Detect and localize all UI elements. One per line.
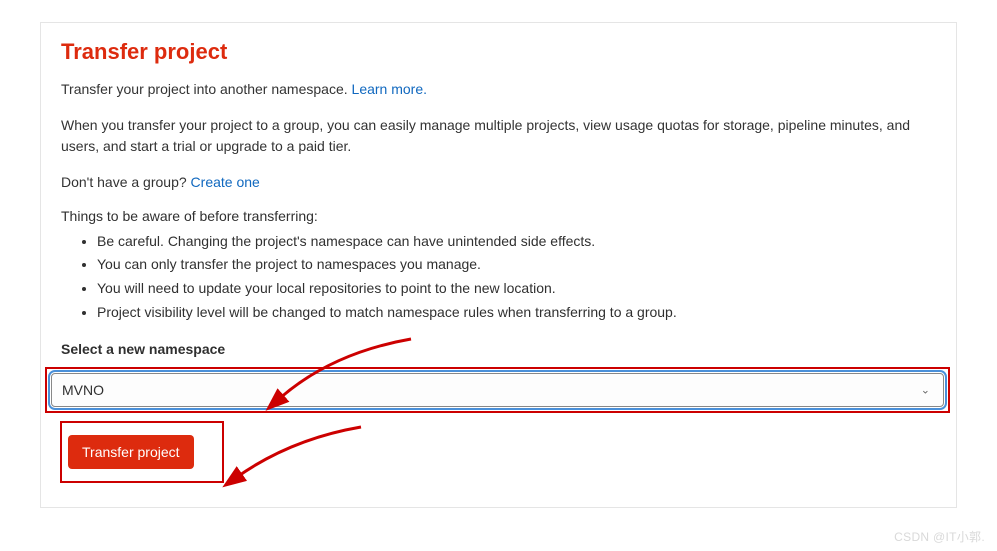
- section-title: Transfer project: [61, 39, 936, 65]
- transfer-project-panel: Transfer project Transfer your project i…: [40, 22, 957, 508]
- namespace-select[interactable]: MVNO: [51, 373, 944, 407]
- transfer-button-highlight: Transfer project: [60, 421, 224, 483]
- learn-more-link[interactable]: Learn more.: [352, 81, 427, 97]
- list-item: Project visibility level will be changed…: [97, 301, 936, 325]
- namespace-select-highlight: MVNO ⌄: [45, 367, 950, 413]
- group-description: When you transfer your project to a grou…: [61, 115, 936, 158]
- annotation-arrow-icon: [221, 421, 371, 491]
- list-item: You will need to update your local repos…: [97, 277, 936, 301]
- aware-heading: Things to be aware of before transferrin…: [61, 208, 936, 224]
- create-group-link[interactable]: Create one: [191, 174, 260, 190]
- no-group-prefix: Don't have a group?: [61, 174, 191, 190]
- namespace-label: Select a new namespace: [61, 341, 936, 357]
- list-item: You can only transfer the project to nam…: [97, 253, 936, 277]
- intro-prefix: Transfer your project into another names…: [61, 81, 352, 97]
- transfer-project-button[interactable]: Transfer project: [68, 435, 194, 469]
- intro-text: Transfer your project into another names…: [61, 79, 936, 101]
- aware-list: Be careful. Changing the project's names…: [97, 230, 936, 325]
- watermark-text: CSDN @IT小郭.: [894, 528, 985, 545]
- no-group-text: Don't have a group? Create one: [61, 172, 936, 194]
- list-item: Be careful. Changing the project's names…: [97, 230, 936, 254]
